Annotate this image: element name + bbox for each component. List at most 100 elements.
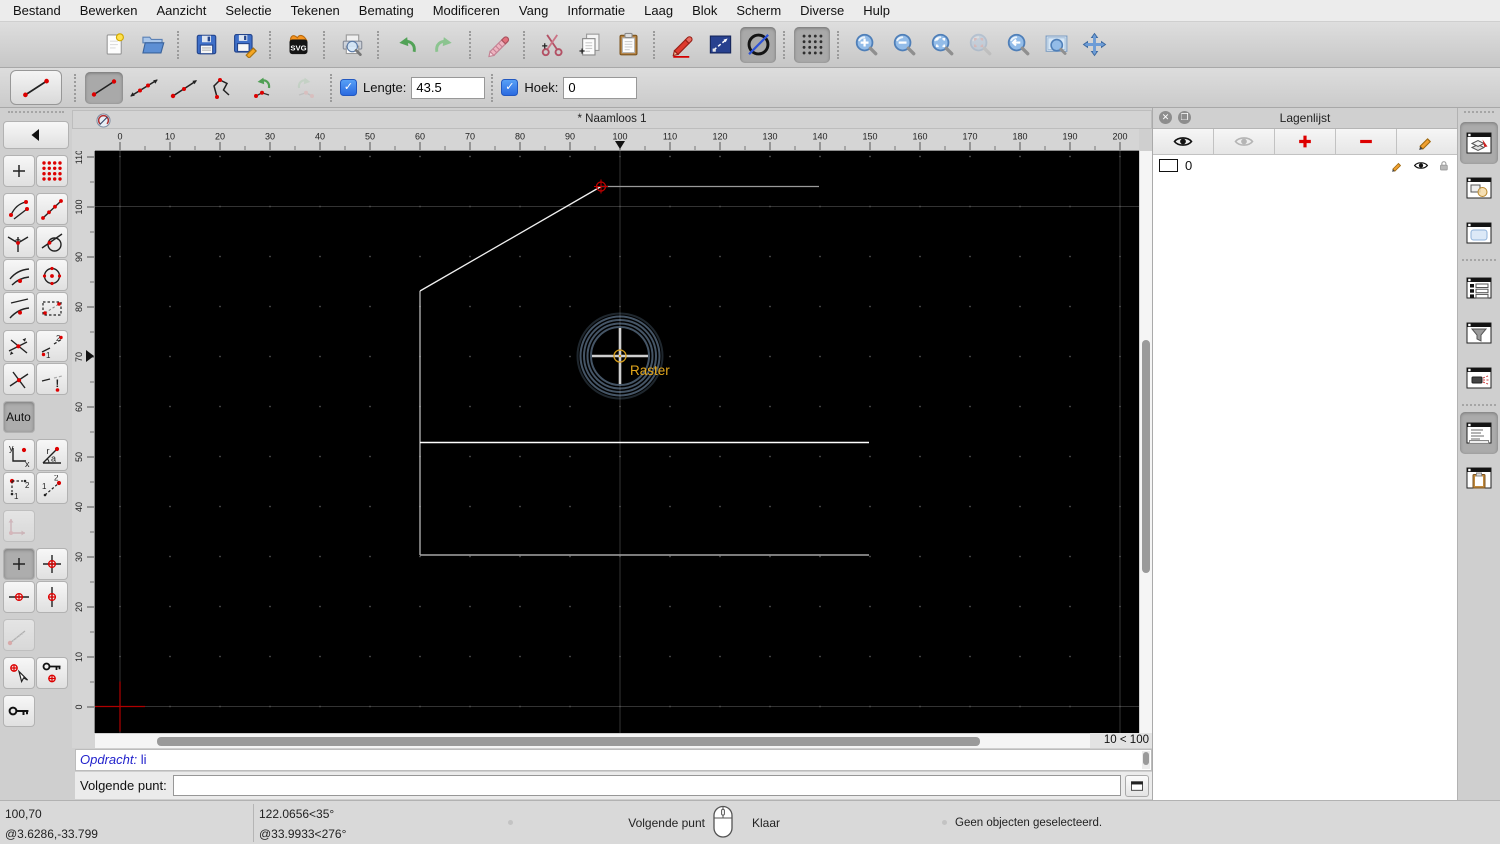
menu-bemating[interactable]: Bemating xyxy=(359,3,414,18)
restrict-vertical-button[interactable] xyxy=(35,580,68,613)
ortho-mode-button[interactable] xyxy=(702,27,738,63)
snap-distance-button[interactable] xyxy=(2,291,35,324)
add-layer-button[interactable] xyxy=(1275,129,1336,154)
snap-endpoints-button[interactable] xyxy=(2,192,35,225)
redo-button[interactable] xyxy=(426,27,462,63)
snap-auto-button[interactable]: Auto xyxy=(2,400,35,433)
menu-laag[interactable]: Laag xyxy=(644,3,673,18)
layer-visible-icon[interactable] xyxy=(1413,159,1429,172)
command-history[interactable]: Opdracht: li xyxy=(75,749,1152,771)
zoom-out-button[interactable] xyxy=(886,27,922,63)
cut-button[interactable] xyxy=(534,27,570,63)
svg-export-button[interactable]: SVG xyxy=(280,27,316,63)
menu-scherm[interactable]: Scherm xyxy=(736,3,781,18)
restrict-off-button[interactable] xyxy=(2,547,35,580)
polyline-button[interactable] xyxy=(205,72,243,104)
horizontal-scrollbar[interactable] xyxy=(95,733,1090,748)
snap-perpendicular-button[interactable] xyxy=(2,225,35,258)
line-ray-button[interactable] xyxy=(165,72,203,104)
snap-center-button[interactable] xyxy=(35,258,68,291)
restrict-horizontal-button[interactable] xyxy=(2,580,35,613)
save-button[interactable] xyxy=(188,27,224,63)
draw-order-button[interactable] xyxy=(664,27,700,63)
layer-row[interactable]: 0 xyxy=(1153,155,1457,176)
menu-bewerken[interactable]: Bewerken xyxy=(80,3,138,18)
menu-informatie[interactable]: Informatie xyxy=(567,3,625,18)
save-as-button[interactable] xyxy=(226,27,262,63)
snap-reference-button[interactable] xyxy=(35,291,68,324)
menu-diverse[interactable]: Diverse xyxy=(800,3,844,18)
command-line-toggle-button[interactable] xyxy=(1460,411,1498,454)
angle-checkbox[interactable]: ✓ xyxy=(501,79,519,96)
angle-input[interactable] xyxy=(563,76,638,99)
line-infinite-button[interactable] xyxy=(125,72,163,104)
length-checkbox[interactable]: ✓ xyxy=(340,79,357,96)
set-relative-zero-button[interactable] xyxy=(2,656,35,689)
history-scrollbar[interactable] xyxy=(1142,751,1150,769)
coordinate-polar-button[interactable]: ra xyxy=(35,438,68,471)
lock-position-button[interactable] xyxy=(2,694,35,727)
vertical-scrollbar[interactable] xyxy=(1139,151,1152,733)
panel-titlebar[interactable]: ✕ ❐ Lagenlijst xyxy=(1153,108,1457,129)
snap-on-entity-button[interactable] xyxy=(35,192,68,225)
relative-cartesian-button[interactable]: 12 xyxy=(2,471,35,504)
undo-button[interactable] xyxy=(388,27,424,63)
vertical-scrollbar-thumb[interactable] xyxy=(1142,340,1150,573)
length-input[interactable] xyxy=(411,76,486,99)
pan-button[interactable] xyxy=(1076,27,1112,63)
menu-modificeren[interactable]: Modificeren xyxy=(433,3,500,18)
edit-layer-icon[interactable] xyxy=(1390,159,1406,172)
zoom-in-button[interactable] xyxy=(848,27,884,63)
previous-view-button[interactable] xyxy=(1000,27,1036,63)
menu-tekenen[interactable]: Tekenen xyxy=(291,3,340,18)
restrict-both-button[interactable] xyxy=(35,547,68,580)
library-browser-toggle-button[interactable] xyxy=(1460,212,1498,254)
drawing-canvas[interactable]: Raster xyxy=(95,151,1139,733)
snap-middle-button[interactable] xyxy=(2,258,35,291)
expand-command-window-button[interactable] xyxy=(1125,774,1149,797)
grid-toggle-button[interactable] xyxy=(794,26,830,63)
clipboard-toggle-button[interactable] xyxy=(1460,457,1498,499)
dock-drag-handle[interactable] xyxy=(1464,111,1494,117)
show-all-layers-button[interactable] xyxy=(1153,129,1214,154)
print-preview-button[interactable] xyxy=(334,27,370,63)
new-document-button[interactable] xyxy=(96,27,132,63)
layer-lock-icon[interactable] xyxy=(1436,159,1451,172)
paste-button[interactable] xyxy=(610,27,646,63)
auto-zoom-button[interactable] xyxy=(924,27,960,63)
document-titlebar[interactable]: * Naamloos 1 xyxy=(72,110,1152,129)
remove-layer-button[interactable] xyxy=(1336,129,1397,154)
current-tool-indicator[interactable] xyxy=(10,70,62,105)
coordinate-cartesian-button[interactable]: yx xyxy=(2,438,35,471)
property-editor-toggle-button[interactable] xyxy=(1460,267,1498,309)
menu-blok[interactable]: Blok xyxy=(692,3,717,18)
layer-color-swatch[interactable] xyxy=(1159,159,1178,172)
block-list-toggle-button[interactable] xyxy=(1460,167,1498,209)
copy-button[interactable] xyxy=(572,27,608,63)
command-input[interactable] xyxy=(172,775,1121,796)
edit-layer-button[interactable] xyxy=(1397,129,1457,154)
snap-intersection-button[interactable] xyxy=(2,362,35,395)
snap-intersection-auto-button[interactable] xyxy=(2,329,35,362)
menu-vang[interactable]: Vang xyxy=(519,3,548,18)
menu-selectie[interactable]: Selectie xyxy=(225,3,271,18)
hide-all-layers-button[interactable] xyxy=(1214,129,1275,154)
menu-aanzicht[interactable]: Aanzicht xyxy=(157,3,207,18)
spotlight-toggle-button[interactable] xyxy=(1460,357,1498,399)
open-file-button[interactable] xyxy=(134,27,170,63)
lock-relative-zero-button[interactable] xyxy=(35,656,68,689)
horizontal-scrollbar-thumb[interactable] xyxy=(157,737,980,746)
dock-drag-handle[interactable] xyxy=(8,111,64,117)
snap-tangent-button[interactable] xyxy=(35,225,68,258)
snap-grid-button[interactable] xyxy=(35,154,68,187)
construction-circle-button[interactable] xyxy=(740,26,776,63)
collapse-button[interactable] xyxy=(2,120,69,149)
delete-button[interactable] xyxy=(480,27,516,63)
layer-list-toggle-button[interactable] xyxy=(1460,121,1498,164)
menu-bestand[interactable]: Bestand xyxy=(13,3,61,18)
undo-segment-button[interactable] xyxy=(245,72,283,104)
line-two-points-button[interactable] xyxy=(85,71,123,104)
snap-intersection-12-button[interactable]: 12 xyxy=(35,329,68,362)
selection-filter-toggle-button[interactable] xyxy=(1460,312,1498,354)
zoom-window-button[interactable] xyxy=(1038,27,1074,63)
